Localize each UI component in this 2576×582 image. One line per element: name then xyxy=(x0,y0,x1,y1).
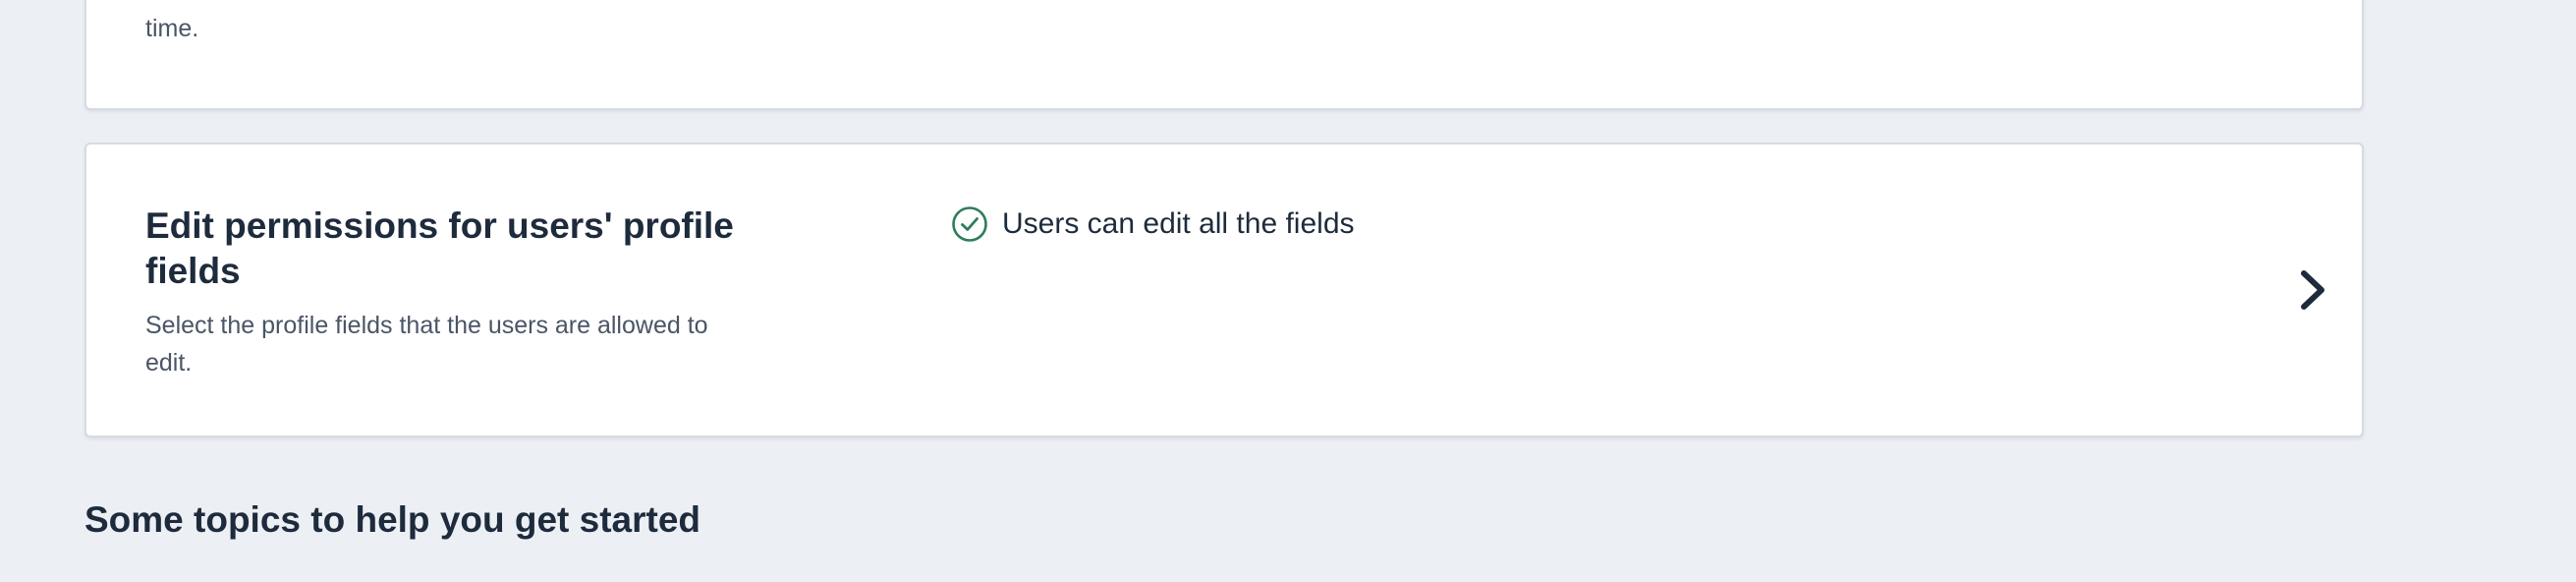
profile-fields-permissions-title: Edit permissions for users' profile fiel… xyxy=(145,205,734,291)
chevron-right-icon[interactable] xyxy=(2295,268,2330,312)
sessions-setting-card[interactable]: the number of active sessions a user can… xyxy=(84,0,2364,110)
topics-section-heading: Some topics to help you get started xyxy=(84,499,701,540)
profile-fields-permissions-card[interactable]: Edit permissions for users' profile fiel… xyxy=(84,143,2364,437)
profile-fields-permissions-description: Select the profile fields that the users… xyxy=(145,312,708,377)
page: the number of active sessions a user can… xyxy=(0,0,2576,582)
profile-fields-status: Users can edit all the fields xyxy=(951,205,1355,243)
check-circle-icon xyxy=(951,205,988,243)
sessions-setting-description: the number of active sessions a user can… xyxy=(145,0,700,42)
profile-fields-status-text: Users can edit all the fields xyxy=(1002,207,1355,240)
